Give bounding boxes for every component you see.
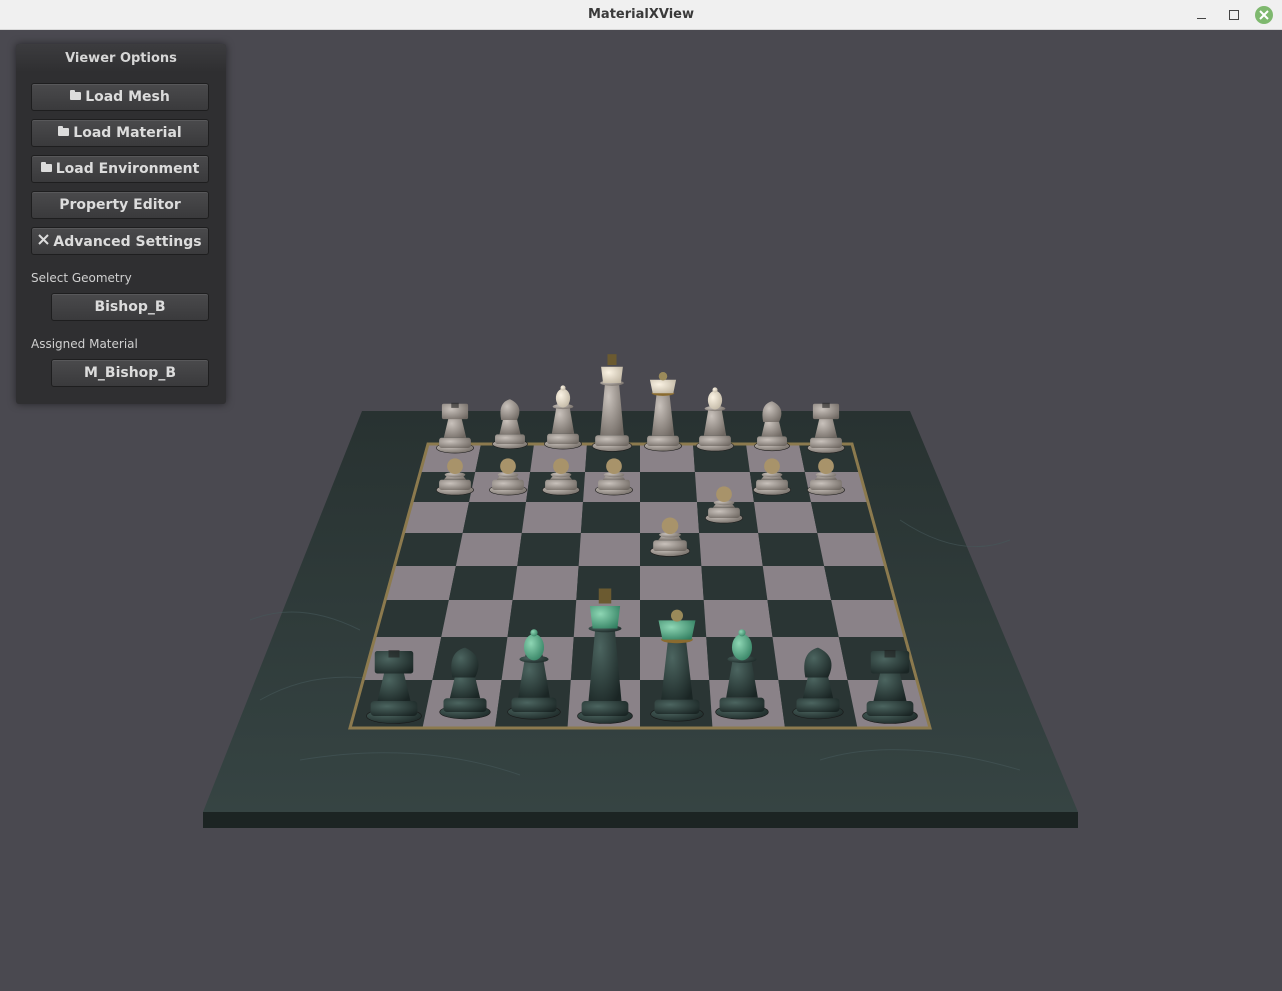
board-square [394,533,463,566]
board-square [831,600,906,637]
load-mesh-label: Load Mesh [85,89,170,105]
board-square [507,600,577,637]
folder-icon [70,90,82,100]
folder-icon [40,162,52,172]
advanced-settings-label: Advanced Settings [53,234,202,250]
panel-title: Viewer Options [16,44,226,72]
board-square [699,533,763,566]
load-environment-button[interactable]: Load Environment [31,155,209,183]
board-square [441,600,513,637]
white-king-piece [591,354,633,452]
board-square [403,502,470,533]
assigned-material-dropdown[interactable]: M_Bishop_B [51,359,209,387]
load-material-label: Load Material [73,125,182,141]
board-square [580,502,640,533]
board-square [824,566,895,600]
select-geometry-value: Bishop_B [94,299,166,315]
advanced-settings-button[interactable]: Advanced Settings [31,227,209,255]
select-geometry-dropdown[interactable]: Bishop_B [51,293,209,321]
load-environment-label: Load Environment [55,161,200,177]
board-square [703,600,773,637]
assigned-material-label: Assigned Material [31,337,138,351]
wrench-cross-icon [38,228,50,254]
property-editor-label: Property Editor [59,197,181,213]
board-square [521,502,584,533]
board-square [767,600,839,637]
window-title: MaterialXView [588,7,694,22]
board-square [701,566,768,600]
board-square [817,533,886,566]
board-square [385,566,456,600]
select-geometry-label: Select Geometry [31,271,132,285]
close-icon[interactable] [1255,6,1273,24]
folder-icon [58,126,70,136]
board-square [762,566,832,600]
maximize-icon[interactable] [1225,6,1243,24]
load-mesh-button[interactable]: Load Mesh [31,83,209,111]
board-square [578,533,640,566]
board-square [758,533,825,566]
board-square [512,566,579,600]
viewer-options-panel: Viewer Options Load Mesh Load Material L… [16,44,226,404]
property-editor-button[interactable]: Property Editor [31,191,209,219]
board-square [462,502,527,533]
board-square [640,472,697,502]
assigned-material-value: M_Bishop_B [83,365,176,381]
board-square [455,533,522,566]
board-square [810,502,877,533]
window-title-bar: MaterialXView [0,0,1282,30]
board-square [374,600,449,637]
load-material-button[interactable]: Load Material [31,119,209,147]
minimize-icon[interactable] [1193,6,1211,24]
board-square [448,566,518,600]
board-square [753,502,818,533]
board-square [640,566,704,600]
board-squares [350,444,930,728]
board-square [517,533,581,566]
